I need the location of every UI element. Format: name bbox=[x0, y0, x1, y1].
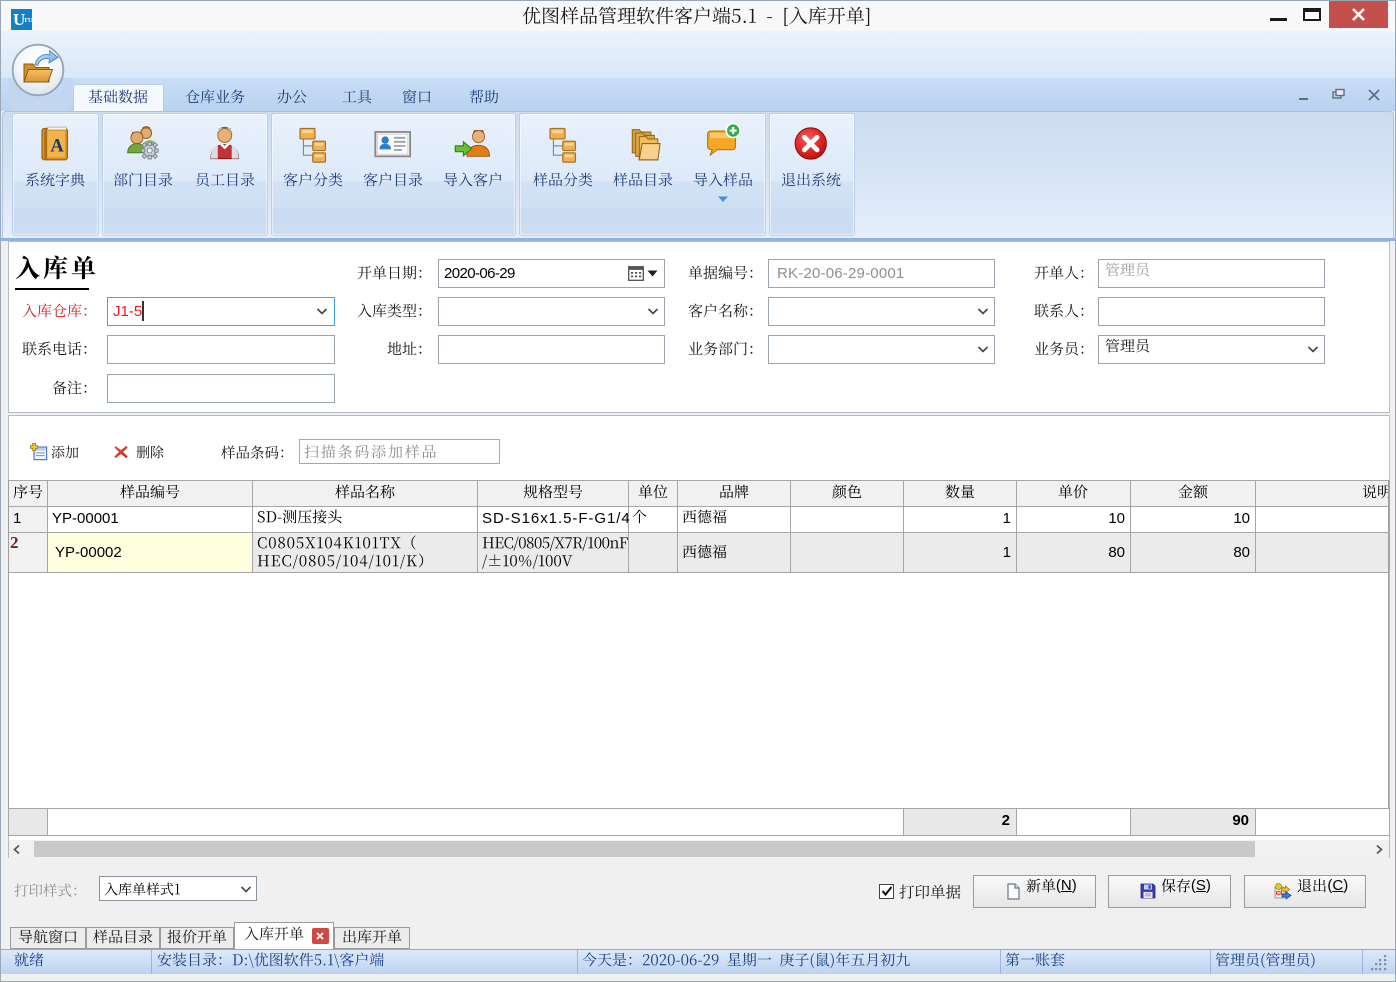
svg-text:A: A bbox=[51, 136, 65, 157]
